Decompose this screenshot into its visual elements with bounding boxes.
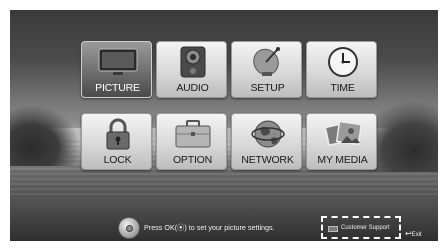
globe-icon — [232, 117, 303, 151]
nav-dial-icon — [118, 217, 140, 239]
tv-icon — [82, 45, 153, 79]
support-key-icon — [328, 226, 338, 232]
tile-time[interactable]: TIME — [306, 41, 377, 98]
tile-label-network: NETWORK — [241, 154, 294, 166]
hint-text: Press OK(⦿) to set your picture settings… — [144, 223, 275, 233]
tile-label-picture: PICTURE — [95, 82, 140, 94]
tile-label-time: TIME — [330, 82, 355, 94]
tile-option[interactable]: OPTION — [156, 113, 227, 170]
exit-button[interactable]: ↩Exit — [405, 223, 422, 241]
bottom-bar: Press OK(⦿) to set your picture settings… — [10, 215, 438, 241]
tile-label-setup: SETUP — [250, 82, 285, 94]
padlock-icon — [82, 117, 153, 151]
briefcase-icon — [157, 117, 228, 151]
customer-support-button[interactable]: Customer Support — [321, 216, 401, 239]
tile-setup[interactable]: SETUP — [231, 41, 302, 98]
tile-label-option: OPTION — [172, 154, 213, 166]
clock-icon — [307, 45, 378, 79]
speaker-icon — [157, 45, 228, 79]
tile-label-my-media: MY MEDIA — [317, 154, 368, 166]
satellite-dish-icon — [232, 45, 303, 79]
tile-label-lock: LOCK — [103, 154, 132, 166]
tile-audio[interactable]: AUDIO — [156, 41, 227, 98]
photos-icon — [307, 117, 378, 151]
tile-picture[interactable]: PICTURE — [81, 41, 152, 98]
tile-lock[interactable]: LOCK — [81, 113, 152, 170]
hint-suffix: ) to set your picture settings. — [184, 223, 275, 232]
tile-label-audio: AUDIO — [176, 82, 209, 94]
tv-screen: PICTURE AUDIO SETUP TIME LOCK OPTION NET… — [10, 10, 438, 241]
background-trees-left — [10, 106, 80, 166]
tile-my-media[interactable]: MY MEDIA — [306, 113, 377, 170]
dial-center — [126, 225, 133, 232]
tile-network[interactable]: NETWORK — [231, 113, 302, 170]
exit-label: Exit — [411, 232, 422, 238]
support-label: Customer Support — [341, 225, 390, 231]
hint-prefix: Press OK( — [144, 223, 178, 232]
exit-icon: ↩ — [405, 229, 412, 238]
